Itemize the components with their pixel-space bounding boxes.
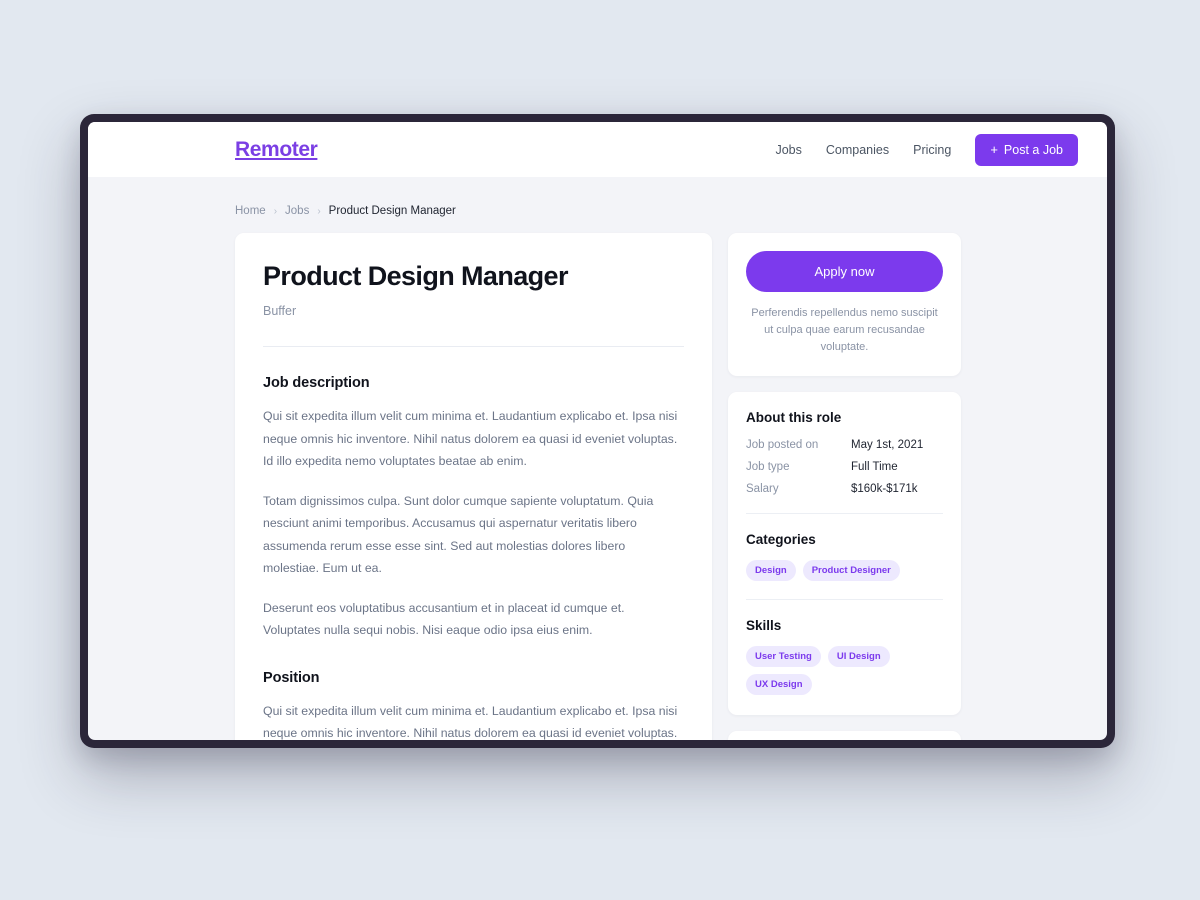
category-tag-design[interactable]: Design [746, 560, 796, 582]
nav-link-pricing[interactable]: Pricing [913, 143, 951, 157]
job-description-paragraph: Totam dignissimos culpa. Sunt dolor cumq… [263, 493, 654, 576]
detail-row-job-posted-on: Job posted on May 1st, 2021 [746, 439, 943, 451]
detail-label: Job posted on [746, 439, 819, 452]
job-detail-card: Product Design Manager Buffer Job descri… [235, 233, 712, 740]
detail-value: Full Time [851, 461, 898, 474]
detail-row-salary: Salary $160k-$171k [746, 483, 943, 495]
site-header: Remoter Jobs Companies Pricing + Post a … [88, 122, 1107, 177]
page-body: Home › Jobs › Product Design Manager Pro… [88, 177, 1107, 740]
breadcrumb-item-current: Product Design Manager [328, 205, 456, 217]
breadcrumb-item-jobs[interactable]: Jobs [285, 205, 309, 217]
categories-heading: Categories [746, 532, 816, 548]
card-divider [746, 513, 943, 515]
breadcrumb: Home › Jobs › Product Design Manager [235, 177, 1078, 233]
company-card[interactable]: Buffer [728, 731, 961, 740]
apply-note: Perferendis repellendus nemo suscipit ut… [751, 307, 938, 354]
breadcrumb-item-home[interactable]: Home [235, 205, 266, 217]
browser-window: Remoter Jobs Companies Pricing + Post a … [80, 114, 1115, 748]
company-name: Buffer [263, 304, 297, 319]
job-description-paragraph: Deserunt eos voluptatibus accusantium et… [263, 600, 625, 638]
post-a-job-label: Post a Job [1003, 142, 1063, 157]
role-detail-list: Job posted on May 1st, 2021 Job type Ful… [746, 439, 943, 495]
detail-value: May 1st, 2021 [851, 439, 924, 452]
apply-now-button[interactable]: Apply now [746, 251, 943, 292]
content-grid: Product Design Manager Buffer Job descri… [235, 233, 1078, 740]
skill-tag-ui-design[interactable]: UI Design [827, 646, 890, 668]
plus-icon: + [990, 142, 998, 157]
detail-row-job-type: Job type Full Time [746, 461, 943, 473]
apply-card: Apply now Perferendis repellendus nemo s… [728, 233, 961, 377]
detail-value: $160k-$171k [851, 483, 918, 496]
skills-heading: Skills [746, 618, 782, 634]
sidebar: Apply now Perferendis repellendus nemo s… [728, 233, 961, 740]
about-role-card: About this role Job posted on May 1st, 2… [728, 392, 961, 716]
brand-logo[interactable]: Remoter [235, 138, 318, 162]
skills-tag-row: User Testing UI Design UX Design [746, 646, 943, 696]
skill-tag-user-testing[interactable]: User Testing [746, 646, 821, 668]
detail-label: Job type [746, 461, 790, 474]
skill-tag-ux-design[interactable]: UX Design [746, 674, 812, 696]
nav-link-jobs[interactable]: Jobs [775, 143, 801, 157]
section-heading-job-description: Job description [263, 375, 370, 392]
section-heading-position: Position [263, 669, 320, 686]
position-paragraph: Qui sit expedita illum velit cum minima … [263, 703, 678, 740]
browser-viewport: Remoter Jobs Companies Pricing + Post a … [88, 122, 1107, 740]
post-a-job-button[interactable]: + Post a Job [975, 133, 1078, 166]
category-tag-product-designer[interactable]: Product Designer [802, 560, 900, 582]
about-role-heading: About this role [746, 410, 842, 426]
detail-label: Salary [746, 483, 779, 496]
title-divider [263, 346, 684, 348]
job-description-paragraph: Qui sit expedita illum velit cum minima … [263, 409, 678, 469]
page-title: Product Design Manager [263, 261, 568, 291]
categories-tag-row: Design Product Designer [746, 560, 943, 582]
nav-link-companies[interactable]: Companies [826, 143, 889, 157]
chevron-right-icon: › [317, 205, 321, 217]
card-divider [746, 599, 943, 601]
chevron-right-icon: › [273, 205, 278, 217]
header-nav: Jobs Companies Pricing + Post a Job [775, 133, 1078, 166]
